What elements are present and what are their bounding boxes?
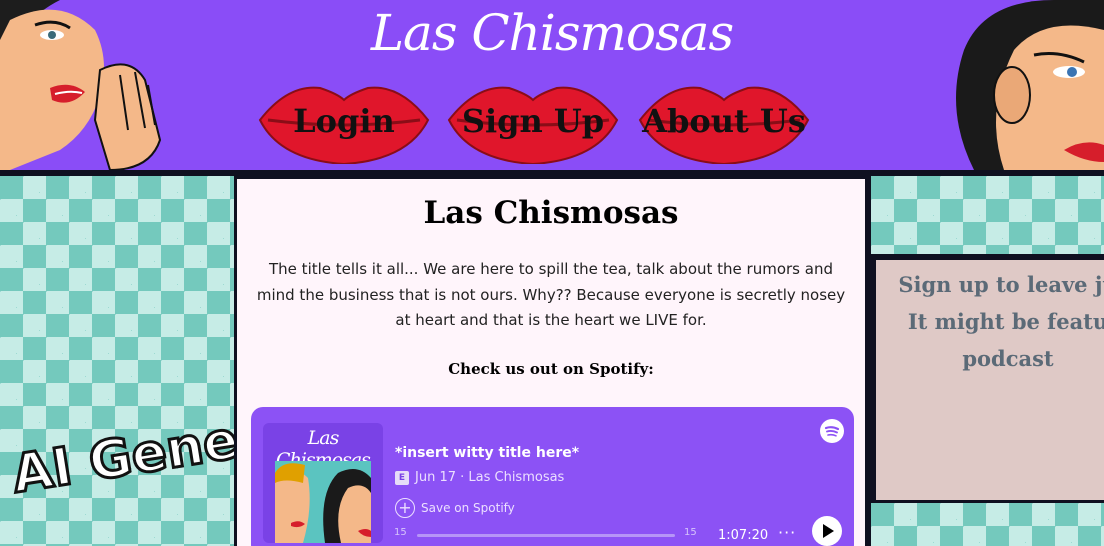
page-title: Las Chismosas bbox=[423, 195, 679, 231]
progress-bar[interactable] bbox=[417, 534, 675, 537]
signup-promo-box: Sign up to leave ju It might be featu po… bbox=[876, 260, 1104, 500]
podcast-cover-art[interactable]: Las Chismosas bbox=[263, 423, 383, 543]
promo-line-1: Sign up to leave ju bbox=[898, 272, 1104, 297]
promo-line-3: podcast bbox=[962, 346, 1054, 371]
episode-date-show[interactable]: Jun 17 · Las Chismosas bbox=[415, 470, 564, 485]
right-sidebar-pattern-top bbox=[871, 176, 1104, 254]
episode-duration: 1:07:20 bbox=[718, 528, 769, 543]
more-options-icon[interactable]: ··· bbox=[778, 523, 796, 542]
spotify-embed-player[interactable]: Las Chismosas *insert witty title here* … bbox=[251, 407, 854, 546]
intro-text: The title tells it all... We are here to… bbox=[256, 260, 846, 329]
forward-15-icon[interactable]: 15 bbox=[684, 527, 697, 538]
nav-login-label: Login bbox=[293, 102, 395, 140]
promo-line-2: It might be featu bbox=[907, 309, 1104, 334]
save-label: Save on Spotify bbox=[421, 501, 515, 515]
cover-illustration bbox=[275, 461, 371, 543]
plus-icon: + bbox=[395, 498, 415, 518]
nav-signup-button[interactable]: Sign Up bbox=[447, 80, 619, 164]
save-on-spotify-button[interactable]: + Save on Spotify bbox=[395, 498, 515, 518]
spotify-logo-icon[interactable] bbox=[820, 419, 844, 443]
episode-title[interactable]: *insert witty title here* bbox=[395, 445, 579, 461]
nav-about-button[interactable]: About Us bbox=[638, 80, 810, 164]
nav-about-label: About Us bbox=[642, 102, 806, 140]
episode-meta: E Jun 17 · Las Chismosas bbox=[395, 470, 564, 485]
site-header: Las Chismosas Login Sign Up About Us bbox=[0, 0, 1104, 170]
nav-signup-label: Sign Up bbox=[461, 102, 605, 140]
main-content: Las Chismosas The title tells it all... … bbox=[237, 179, 865, 546]
nav-login-button[interactable]: Login bbox=[258, 80, 430, 164]
explicit-badge: E bbox=[395, 470, 409, 485]
rewind-15-icon[interactable]: 15 bbox=[394, 527, 407, 538]
site-title: Las Chismosas bbox=[370, 4, 734, 62]
play-button[interactable] bbox=[812, 516, 842, 546]
spotify-callout: Check us out on Spotify: bbox=[448, 360, 654, 378]
right-sidebar-pattern-bottom bbox=[871, 503, 1104, 546]
